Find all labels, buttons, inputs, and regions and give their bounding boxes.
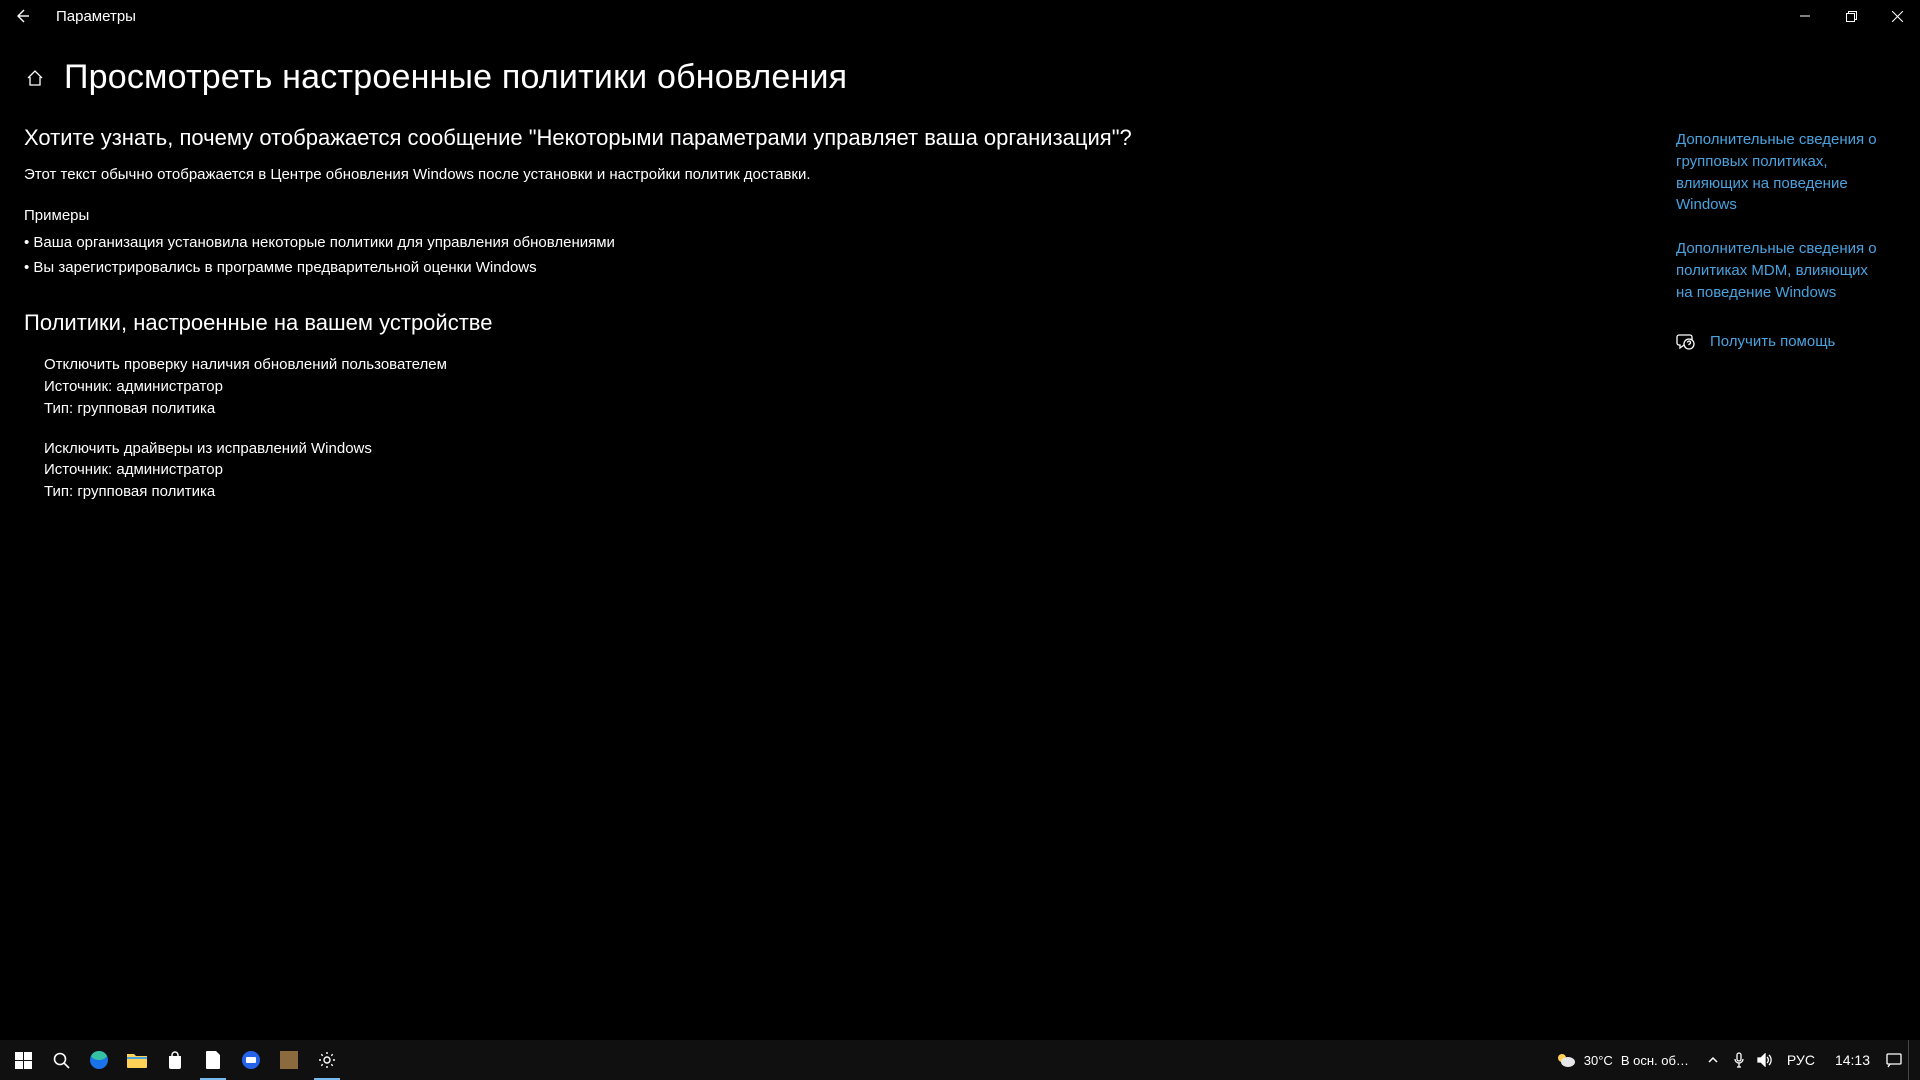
taskbar-app-explorer[interactable] [118, 1040, 156, 1080]
chevron-up-icon [1707, 1054, 1719, 1066]
arrow-left-icon [14, 8, 30, 24]
home-icon [26, 69, 44, 87]
weather-temp: 30°C [1584, 1053, 1613, 1068]
start-button[interactable] [4, 1040, 42, 1080]
policy-type: Тип: групповая политика [44, 481, 1224, 503]
link-mdm-policies[interactable]: Дополнительные сведения о политиках MDM,… [1676, 238, 1880, 303]
notification-icon [1886, 1052, 1902, 1068]
search-button[interactable] [42, 1040, 80, 1080]
maximize-button[interactable] [1828, 0, 1874, 32]
example-item: Ваша организация установила некоторые по… [24, 234, 1224, 251]
help-icon [1676, 331, 1696, 351]
close-icon [1892, 11, 1903, 22]
tray-clock[interactable]: 14:13 [1825, 1040, 1880, 1080]
maximize-icon [1846, 11, 1857, 22]
taskbar-app-notepad[interactable] [194, 1040, 232, 1080]
tray-overflow[interactable] [1701, 1040, 1725, 1080]
side-column: Дополнительные сведения о групповых поли… [1676, 125, 1896, 503]
titlebar: Параметры [0, 0, 1920, 32]
tray-microphone[interactable] [1727, 1040, 1751, 1080]
tray-volume[interactable] [1753, 1040, 1777, 1080]
taskbar: 30°C В осн. об… РУС 14:13 [0, 1040, 1920, 1080]
body: Хотите узнать, почему отображается сообщ… [0, 97, 1920, 503]
search-icon [53, 1052, 70, 1069]
speaker-icon [1757, 1053, 1773, 1067]
policy-item: Исключить драйверы из исправлений Window… [44, 438, 1224, 503]
policy-source: Источник: администратор [44, 376, 1224, 398]
weather-text: В осн. об… [1621, 1053, 1689, 1068]
shopping-bag-icon [166, 1051, 184, 1069]
taskbar-app-store[interactable] [156, 1040, 194, 1080]
examples-label: Примеры [24, 207, 1224, 224]
back-button[interactable] [8, 2, 36, 30]
question-heading: Хотите узнать, почему отображается сообщ… [24, 125, 1224, 151]
chat-icon [241, 1050, 261, 1070]
app-title: Параметры [56, 8, 136, 25]
taskbar-left [4, 1040, 346, 1080]
page-header: Просмотреть настроенные политики обновле… [0, 32, 1920, 97]
folder-icon [127, 1052, 147, 1068]
minimize-icon [1800, 11, 1810, 21]
gear-icon [318, 1051, 336, 1069]
policy-source: Источник: администратор [44, 459, 1224, 481]
titlebar-left: Параметры [8, 2, 136, 30]
microphone-icon [1733, 1052, 1745, 1068]
minimize-button[interactable] [1782, 0, 1828, 32]
get-help-link[interactable]: Получить помощь [1710, 333, 1835, 350]
taskbar-app-settings[interactable] [308, 1040, 346, 1080]
main-column: Хотите узнать, почему отображается сообщ… [24, 125, 1224, 503]
policies-section: Политики, настроенные на вашем устройств… [24, 310, 1224, 503]
tray-language[interactable]: РУС [1779, 1040, 1823, 1080]
tray-notifications[interactable] [1882, 1040, 1906, 1080]
policy-name: Исключить драйверы из исправлений Window… [44, 438, 1224, 460]
example-item: Вы зарегистрировались в программе предва… [24, 259, 1224, 276]
windows-icon [15, 1052, 32, 1069]
policy-type: Тип: групповая политика [44, 398, 1224, 420]
link-group-policies[interactable]: Дополнительные сведения о групповых поли… [1676, 129, 1880, 216]
policy-name: Отключить проверку наличия обновлений по… [44, 354, 1224, 376]
policy-item: Отключить проверку наличия обновлений по… [44, 354, 1224, 419]
explain-text: Этот текст обычно отображается в Центре … [24, 165, 1224, 185]
show-desktop-button[interactable] [1908, 1040, 1914, 1080]
weather-widget[interactable]: 30°C В осн. об… [1546, 1040, 1699, 1080]
taskbar-app-chat[interactable] [232, 1040, 270, 1080]
taskbar-right: 30°C В осн. об… РУС 14:13 [1546, 1040, 1916, 1080]
close-button[interactable] [1874, 0, 1920, 32]
app-icon [280, 1051, 298, 1069]
taskbar-app-edge[interactable] [80, 1040, 118, 1080]
page-title: Просмотреть настроенные политики обновле… [64, 58, 847, 97]
help-row: Получить помощь [1676, 331, 1880, 351]
window-controls [1782, 0, 1920, 32]
document-icon [206, 1051, 221, 1069]
edge-icon [89, 1050, 109, 1070]
weather-icon [1556, 1052, 1576, 1068]
policies-heading: Политики, настроенные на вашем устройств… [24, 310, 1224, 336]
home-button[interactable] [24, 67, 46, 89]
taskbar-app-generic[interactable] [270, 1040, 308, 1080]
